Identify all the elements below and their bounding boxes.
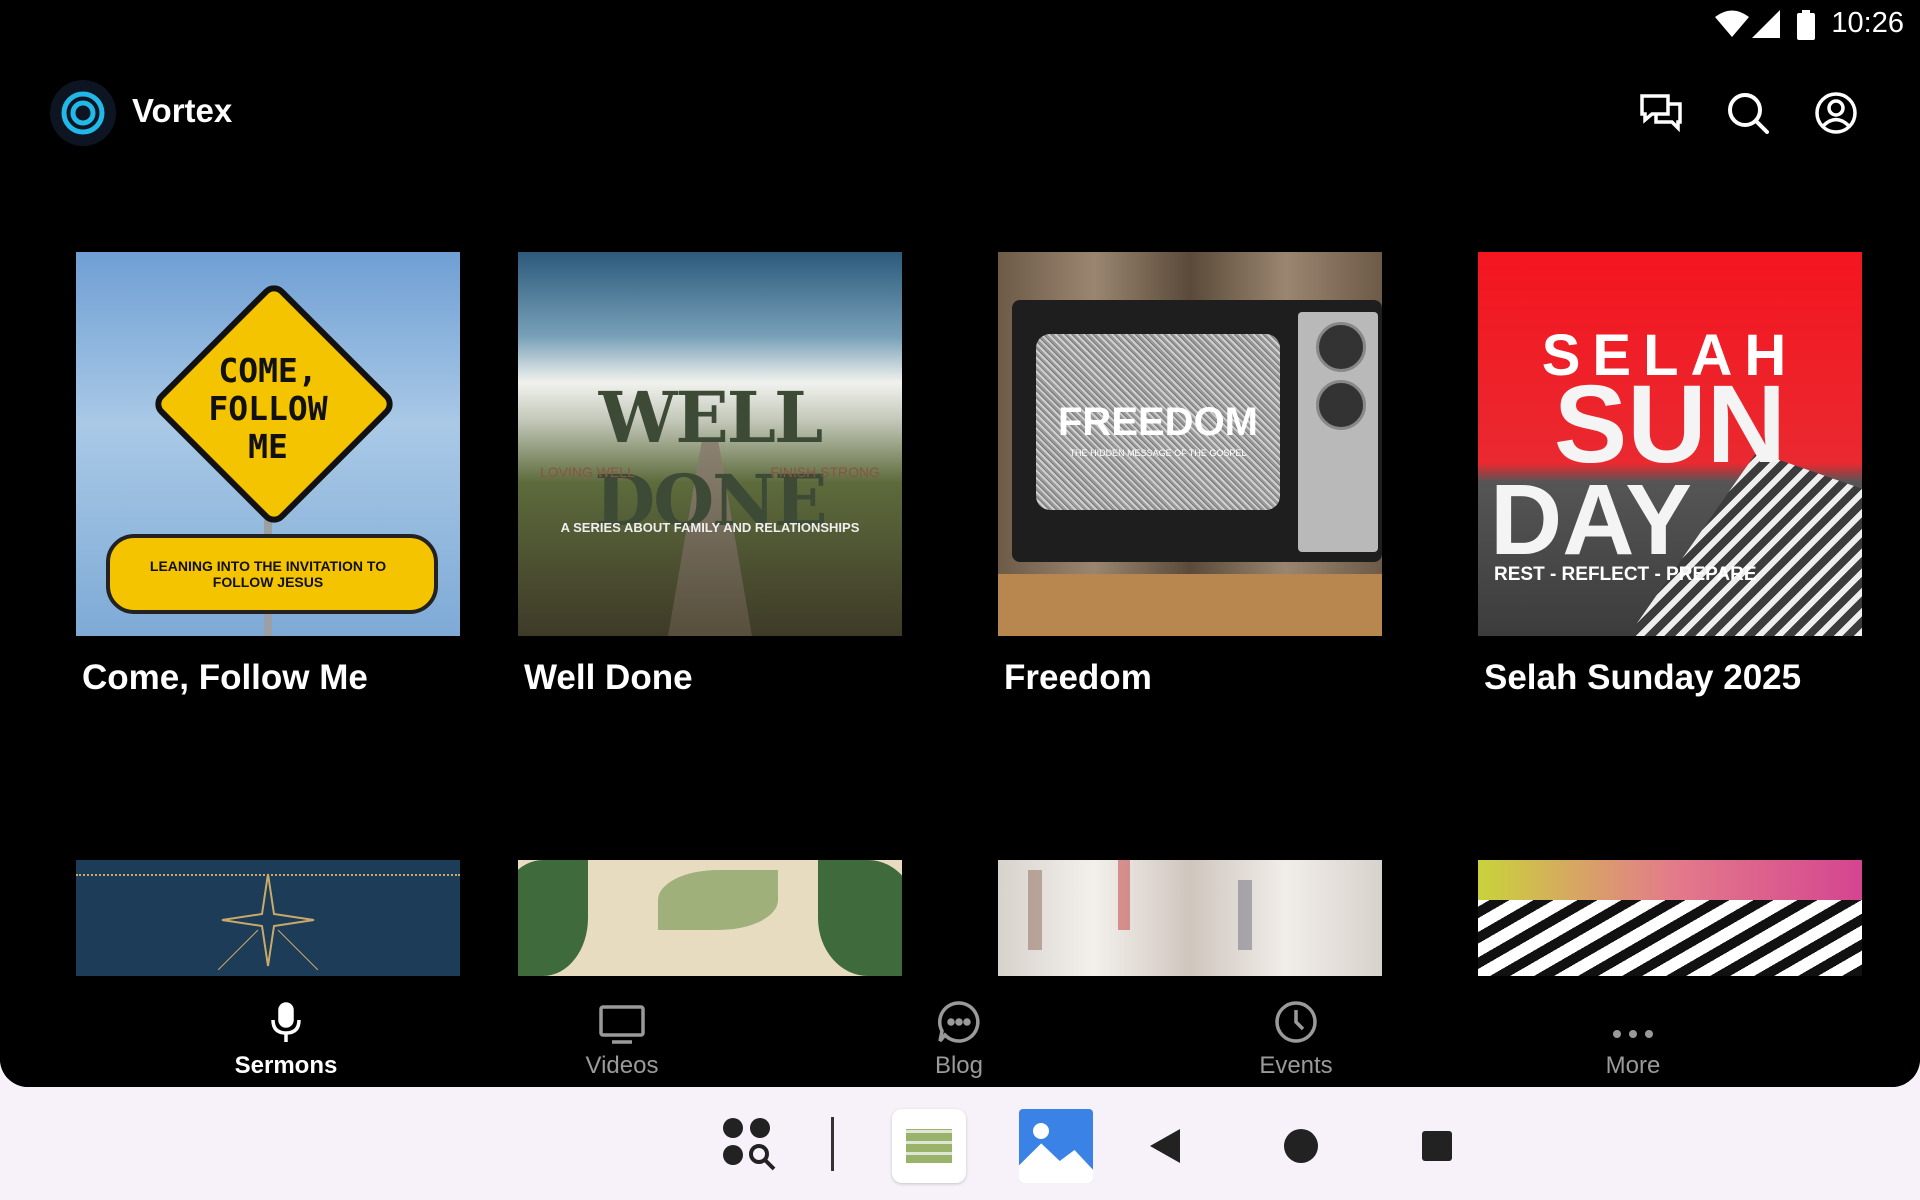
nav-label: More [1605, 1052, 1661, 1079]
account-icon [1815, 92, 1857, 134]
pinned-app-sheets-icon[interactable] [892, 1109, 966, 1183]
series-card-partial[interactable] [518, 860, 902, 976]
app-title: Vortex [132, 92, 233, 129]
thumbnail-subtitle: THE HIDDEN MESSAGE OF THE GOSPEL [1069, 448, 1247, 458]
vortex-logo-icon [50, 80, 116, 146]
search-icon [1728, 93, 1769, 134]
search-button[interactable] [1723, 88, 1773, 138]
star-icon [218, 873, 318, 970]
series-thumbnail [1478, 860, 1862, 976]
thumbnail-line3: DAY [1490, 464, 1692, 576]
nav-item-videos[interactable]: Videos [472, 976, 772, 1087]
app-drawer-search-icon[interactable] [722, 1117, 780, 1175]
nav-item-more[interactable]: More [1483, 976, 1783, 1087]
series-title: Freedom [1004, 658, 1152, 697]
battery-icon [1797, 10, 1815, 40]
chat-bubble-icon [938, 1001, 980, 1043]
thumbnail-headline: FREEDOM [1058, 400, 1258, 444]
clock-icon [1275, 1001, 1317, 1043]
recents-icon[interactable] [1420, 1129, 1454, 1163]
home-icon[interactable] [1282, 1127, 1320, 1165]
microphone-icon [271, 1002, 301, 1042]
thumbnail-left-tag: LOVING WELL [540, 464, 635, 480]
series-card-partial[interactable] [998, 860, 1382, 976]
series-card-selah-sunday[interactable]: SELAH SUN DAY REST - REFLECT - PREPARE S… [1478, 252, 1862, 698]
thumbnail-subtitle: LEANING INTO THE INVITATION TO FOLLOW JE… [149, 558, 387, 590]
series-thumbnail [998, 860, 1382, 976]
nav-label: Blog [934, 1052, 984, 1079]
chat-icon [1640, 94, 1682, 133]
nav-label: Sermons [234, 1052, 338, 1079]
series-title: Selah Sunday 2025 [1484, 658, 1802, 697]
system-taskbar [0, 1087, 1920, 1200]
nav-item-sermons[interactable]: Sermons [136, 976, 436, 1087]
taskbar-divider [831, 1117, 834, 1171]
thumbnail-headline: COME, FOLLOW ME [208, 351, 328, 466]
status-bar: 10:26 [0, 0, 1920, 50]
monitor-icon [599, 1005, 645, 1044]
nav-item-blog[interactable]: Blog [809, 976, 1109, 1087]
app-header: Vortex [50, 78, 1870, 148]
bottom-navigation: Sermons Videos Blog Events More [0, 976, 1920, 1087]
series-title: Come, Follow Me [82, 658, 368, 697]
thumbnail-subtitle: A SERIES ABOUT FAMILY AND RELATIONSHIPS [560, 520, 860, 535]
app-window: 10:26 Vortex COME, FOLLOW ME LEANING INT… [0, 0, 1920, 1087]
pinned-app-gallery-icon[interactable] [1019, 1109, 1093, 1183]
series-card-well-done[interactable]: WELL DONE LOVING WELL FINISH STRONG A SE… [518, 252, 902, 698]
thumbnail-right-tag: FINISH STRONG [770, 464, 880, 480]
thumbnail-subtitle: REST - REFLECT - PREPARE [1494, 564, 1757, 585]
series-card-partial[interactable] [76, 860, 460, 976]
thumbnail-headline: WELL DONE [594, 376, 827, 542]
series-thumbnail: COME, FOLLOW ME LEANING INTO THE INVITAT… [76, 252, 460, 636]
series-thumbnail: WELL DONE LOVING WELL FINISH STRONG A SE… [518, 252, 902, 636]
signal-icon [1752, 10, 1780, 38]
series-thumbnail [76, 860, 460, 976]
back-icon[interactable] [1148, 1127, 1182, 1165]
series-title: Well Done [524, 658, 693, 697]
series-card-come-follow-me[interactable]: COME, FOLLOW ME LEANING INTO THE INVITAT… [76, 252, 460, 698]
wifi-icon [1715, 10, 1749, 37]
chat-button[interactable] [1636, 88, 1686, 138]
nav-label: Videos [585, 1052, 659, 1079]
status-time: 10:26 [1831, 7, 1904, 39]
series-thumbnail: SELAH SUN DAY REST - REFLECT - PREPARE [1478, 252, 1862, 636]
nav-item-events[interactable]: Events [1146, 976, 1446, 1087]
more-dots-icon [1613, 1030, 1653, 1038]
series-card-partial[interactable] [1478, 860, 1862, 976]
series-thumbnail: FREEDOM THE HIDDEN MESSAGE OF THE GOSPEL [998, 252, 1382, 636]
nav-label: Events [1259, 1052, 1333, 1079]
series-thumbnail [518, 860, 902, 976]
series-card-freedom[interactable]: FREEDOM THE HIDDEN MESSAGE OF THE GOSPEL… [998, 252, 1382, 698]
account-button[interactable] [1811, 88, 1861, 138]
